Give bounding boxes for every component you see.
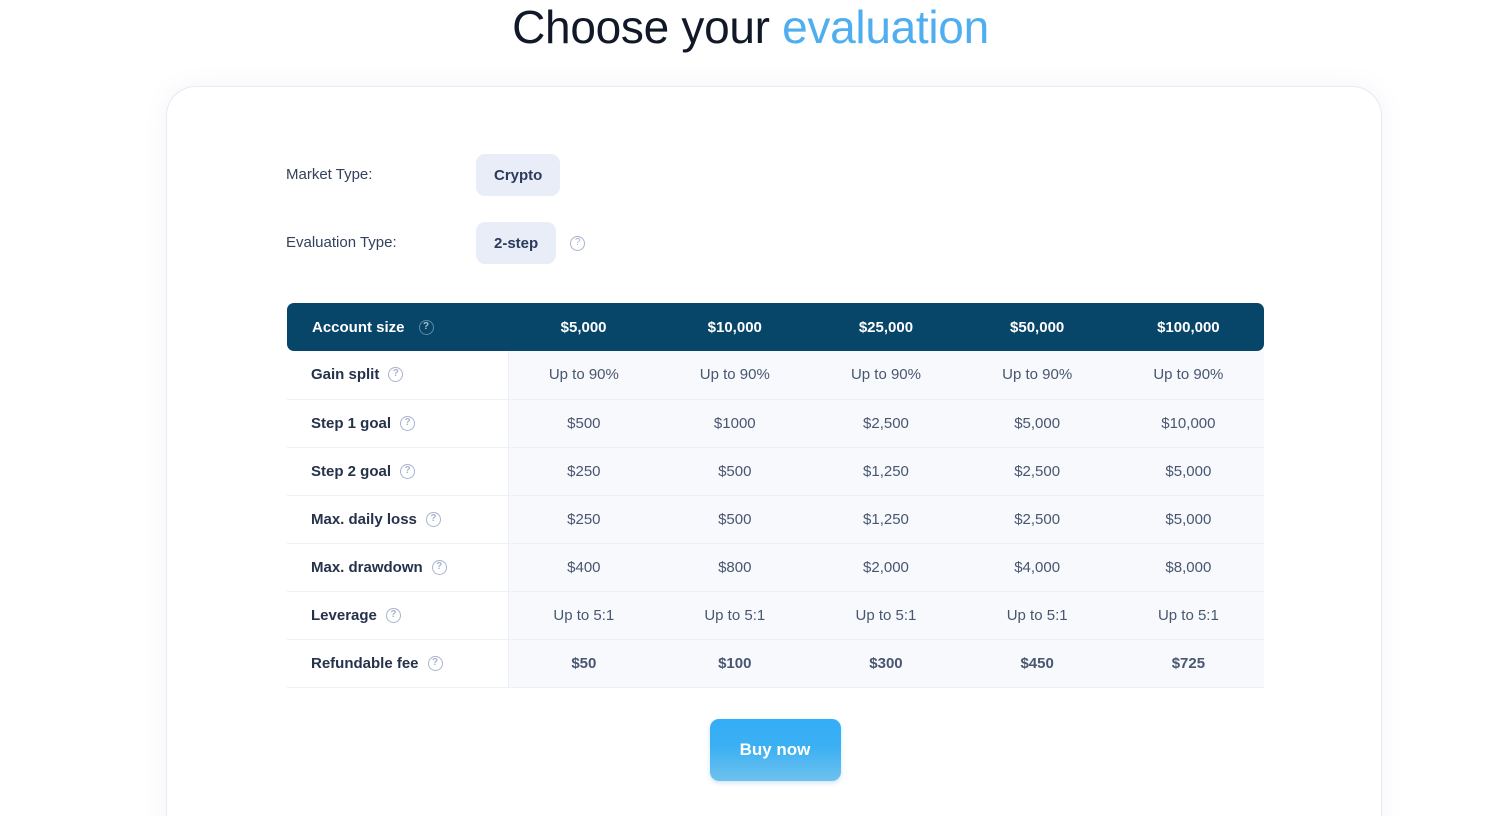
column-header-2[interactable]: $25,000 <box>810 303 962 351</box>
table-row: Leverage ? Up to 5:1 Up to 5:1 Up to 5:1… <box>287 591 1264 640</box>
cell-value: $8,000 <box>1112 543 1264 592</box>
evaluation-card: Market Type: Crypto Evaluation Type: 2-s… <box>166 86 1382 816</box>
cell-value: Up to 5:1 <box>659 591 811 640</box>
cell-value-fee: $50 <box>508 639 660 688</box>
cell-value: Up to 5:1 <box>810 591 962 640</box>
cell-value: Up to 90% <box>961 351 1113 400</box>
pricing-page: Choose your evaluation Market Type: Cryp… <box>0 0 1501 816</box>
row-label-text: Max. daily loss <box>311 510 417 528</box>
cell-value: $500 <box>659 495 811 544</box>
cell-value: $500 <box>508 399 660 448</box>
account-size-header: Account size ? <box>287 303 508 351</box>
row-label-cell: Leverage ? <box>287 591 509 640</box>
market-type-label: Market Type: <box>286 166 373 183</box>
table-header-row: Account size ? $5,000 $10,000 $25,000 $5… <box>287 303 1264 351</box>
cell-value: $800 <box>659 543 811 592</box>
cell-value: Up to 90% <box>810 351 962 400</box>
question-mark-icon[interactable]: ? <box>385 607 401 623</box>
table-row: Refundable fee ? $50 $100 $300 $450 $725 <box>287 639 1264 688</box>
question-mark-icon[interactable]: ? <box>418 319 434 335</box>
evaluation-type-row: Evaluation Type: 2-step ? <box>286 222 586 264</box>
question-mark-icon[interactable]: ? <box>570 235 586 251</box>
question-mark-icon[interactable]: ? <box>400 463 416 479</box>
row-label-cell: Step 2 goal ? <box>287 447 509 496</box>
market-type-button[interactable]: Crypto <box>476 154 561 196</box>
question-mark-icon[interactable]: ? <box>425 511 441 527</box>
cell-value: $250 <box>508 447 660 496</box>
row-label-text: Max. drawdown <box>311 558 423 576</box>
cell-value-fee: $300 <box>810 639 962 688</box>
cell-value-fee: $725 <box>1112 639 1264 688</box>
cell-value-fee: $100 <box>659 639 811 688</box>
row-label-text: Step 2 goal <box>311 462 392 480</box>
cell-value: $500 <box>659 447 811 496</box>
column-header-0[interactable]: $5,000 <box>508 303 660 351</box>
cell-value: $2,500 <box>961 495 1113 544</box>
cell-value: $4,000 <box>961 543 1113 592</box>
row-label-text: Gain split <box>311 366 380 384</box>
cell-value: $1000 <box>659 399 811 448</box>
evaluation-type-label: Evaluation Type: <box>286 234 397 251</box>
row-label-text: Leverage <box>311 606 377 624</box>
question-mark-icon[interactable]: ? <box>431 559 447 575</box>
table-row: Max. drawdown ? $400 $800 $2,000 $4,000 … <box>287 543 1264 592</box>
cell-value: Up to 5:1 <box>961 591 1113 640</box>
cell-value: $1,250 <box>810 447 962 496</box>
cell-value: $2,000 <box>810 543 962 592</box>
cell-value: $5,000 <box>961 399 1113 448</box>
column-header-4[interactable]: $100,000 <box>1112 303 1264 351</box>
cell-value: $5,000 <box>1112 447 1264 496</box>
cell-value: Up to 90% <box>659 351 811 400</box>
market-type-row: Market Type: Crypto <box>286 154 561 196</box>
buy-button-container: Buy now <box>167 719 1383 781</box>
row-label-text: Refundable fee <box>311 654 419 672</box>
cell-value: Up to 90% <box>508 351 660 400</box>
evaluation-type-button[interactable]: 2-step <box>476 222 557 264</box>
cell-value: $10,000 <box>1112 399 1264 448</box>
cell-value: $250 <box>508 495 660 544</box>
pricing-table-head: Account size ? $5,000 $10,000 $25,000 $5… <box>287 303 1264 351</box>
page-title-prefix: Choose your <box>512 1 783 53</box>
column-header-3[interactable]: $50,000 <box>961 303 1113 351</box>
row-label-cell: Max. drawdown ? <box>287 543 509 592</box>
row-label-cell: Max. daily loss ? <box>287 495 509 544</box>
cell-value: Up to 5:1 <box>508 591 660 640</box>
row-label-cell: Step 1 goal ? <box>287 399 509 448</box>
cell-value-fee: $450 <box>961 639 1113 688</box>
column-header-1[interactable]: $10,000 <box>659 303 811 351</box>
cell-value: Up to 90% <box>1112 351 1264 400</box>
row-label-cell: Gain split ? <box>287 351 509 400</box>
pricing-table-container: Account size ? $5,000 $10,000 $25,000 $5… <box>287 303 1264 688</box>
table-row: Gain split ? Up to 90% Up to 90% Up to 9… <box>287 351 1264 400</box>
page-title-accent: evaluation <box>782 1 989 53</box>
question-mark-icon[interactable]: ? <box>400 415 416 431</box>
table-row: Max. daily loss ? $250 $500 $1,250 $2,50… <box>287 495 1264 544</box>
cell-value: $1,250 <box>810 495 962 544</box>
question-mark-icon[interactable]: ? <box>388 367 404 383</box>
page-title: Choose your evaluation <box>0 0 1501 58</box>
table-row: Step 1 goal ? $500 $1000 $2,500 $5,000 $… <box>287 399 1264 448</box>
question-mark-icon[interactable]: ? <box>427 655 443 671</box>
row-label-text: Step 1 goal <box>311 414 392 432</box>
account-size-label: Account size <box>312 318 405 336</box>
pricing-table-body: Gain split ? Up to 90% Up to 90% Up to 9… <box>287 351 1264 688</box>
buy-now-button[interactable]: Buy now <box>709 719 841 781</box>
cell-value: $400 <box>508 543 660 592</box>
table-row: Step 2 goal ? $250 $500 $1,250 $2,500 $5… <box>287 447 1264 496</box>
row-label-cell: Refundable fee ? <box>287 639 509 688</box>
pricing-table: Account size ? $5,000 $10,000 $25,000 $5… <box>287 303 1264 688</box>
cell-value: $5,000 <box>1112 495 1264 544</box>
cell-value: $2,500 <box>961 447 1113 496</box>
cell-value: Up to 5:1 <box>1112 591 1264 640</box>
cell-value: $2,500 <box>810 399 962 448</box>
